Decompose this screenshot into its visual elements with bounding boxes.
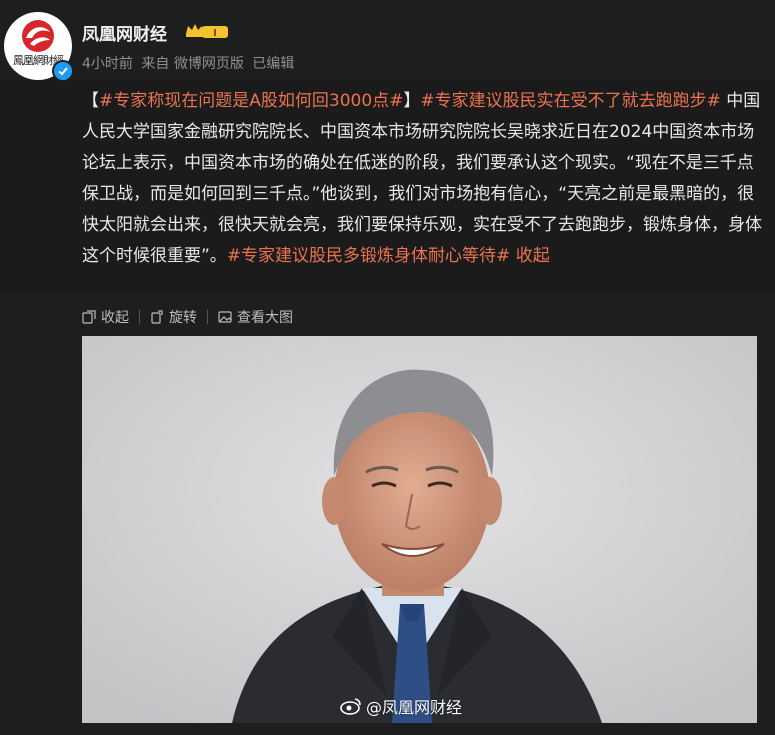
topic-tag-3[interactable]: #专家建议股民多锻炼身体耐心等待# xyxy=(227,246,511,266)
collapse-button[interactable]: 收起 xyxy=(82,307,129,327)
edited-label[interactable]: 已编辑 xyxy=(252,56,294,72)
vip-crown-icon[interactable]: I xyxy=(184,22,230,40)
portrait-illustration xyxy=(82,336,757,723)
author-name[interactable]: 凤凰网财经 xyxy=(82,20,167,45)
image-watermark: @凤凰网财经 xyxy=(340,694,462,718)
bracket-open: 【 xyxy=(82,91,99,111)
view-large-button[interactable]: 查看大图 xyxy=(218,307,293,327)
watermark-text: @凤凰网财经 xyxy=(366,698,463,717)
post-header: 鳳凰網財經 凤凰网财经 I 4小时前 来自 微博网页版 已编辑 xyxy=(0,0,775,82)
view-large-icon xyxy=(218,311,232,323)
post-text: 【#专家称现在问题是A股如何回3000点#】#专家建议股民实在受不了就去跑跑步#… xyxy=(82,86,762,272)
topic-tag-2[interactable]: #专家建议股民实在受不了就去跑跑步# xyxy=(420,91,721,111)
toolbar-divider xyxy=(207,310,208,324)
rotate-button[interactable]: 旋转 xyxy=(150,307,197,327)
rotate-icon xyxy=(151,310,163,324)
vip-level: I xyxy=(213,28,217,39)
weibo-icon xyxy=(340,698,361,715)
phoenix-logo-icon xyxy=(22,20,54,52)
post-image[interactable]: @凤凰网财经 xyxy=(82,336,757,723)
collapse-label: 收起 xyxy=(101,310,129,326)
toolbar-divider xyxy=(139,310,140,324)
verified-icon xyxy=(52,60,74,82)
bracket-close: 】 xyxy=(403,91,421,111)
post-time[interactable]: 4小时前 xyxy=(82,56,133,72)
post-source: 来自 微博网页版 xyxy=(141,56,244,72)
collapse-icon xyxy=(82,310,96,324)
image-toolbar: 收起 旋转 查看大图 xyxy=(82,306,293,328)
post-meta: 4小时前 来自 微博网页版 已编辑 xyxy=(82,53,298,73)
post-body: 中国人民大学国家金融研究院院长、中国资本市场研究院院长吴晓求近日在2024中国资… xyxy=(82,91,762,266)
view-large-label: 查看大图 xyxy=(237,310,293,326)
collapse-text-link[interactable]: 收起 xyxy=(510,246,550,266)
rotate-label: 旋转 xyxy=(169,310,197,326)
topic-tag-1[interactable]: #专家称现在问题是A股如何回3000点# xyxy=(99,91,403,111)
